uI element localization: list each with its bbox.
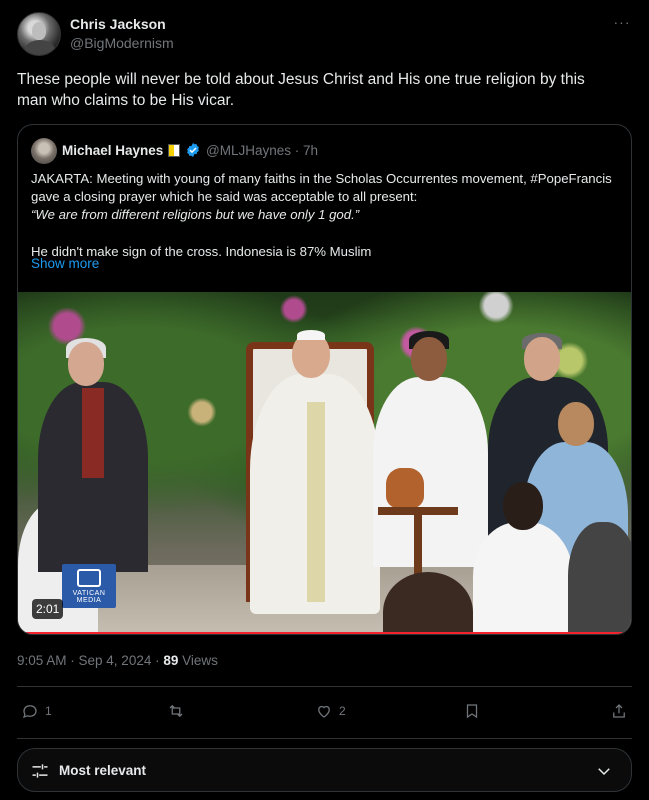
- video-duration: 2:01: [32, 599, 64, 619]
- quoted-author-name[interactable]: Michael Haynes: [62, 143, 163, 158]
- views-count: 89: [163, 653, 179, 668]
- reply-icon: [22, 705, 37, 719]
- quoted-author-avatar[interactable]: [31, 138, 57, 164]
- share-icon: [613, 704, 625, 718]
- tweet-timestamp[interactable]: 9:05 AM · Sep 4, 2024: [17, 653, 151, 668]
- bookmark-icon: [466, 704, 478, 719]
- like-icon: [318, 705, 330, 718]
- tweet-text: These people will never be told about Je…: [17, 71, 585, 109]
- quoted-author-handle[interactable]: @MLJHaynes · 7h: [206, 143, 318, 158]
- like-button[interactable]: 2: [315, 702, 346, 720]
- reply-sort-dropdown[interactable]: Most relevant: [17, 748, 632, 792]
- divider: [17, 686, 632, 687]
- video-figure: [38, 338, 148, 572]
- video-figure: [240, 330, 390, 614]
- show-more-link[interactable]: Show more: [31, 256, 99, 271]
- like-count: 2: [339, 704, 346, 718]
- more-options-icon[interactable]: ···: [612, 15, 632, 34]
- views-label: Views: [182, 653, 218, 668]
- sliders-icon: [32, 764, 48, 778]
- reply-button[interactable]: 1: [21, 702, 52, 720]
- quoted-body-line: JAKARTA: Meeting with young of many fait…: [31, 171, 612, 205]
- video-player[interactable]: VATICAN MEDIA 2:01: [18, 292, 631, 634]
- quoted-tweet-body: JAKARTA: Meeting with young of many fait…: [31, 170, 626, 261]
- share-button[interactable]: [610, 702, 628, 720]
- author-name[interactable]: Chris Jackson: [70, 16, 166, 32]
- sort-label: Most relevant: [59, 763, 147, 778]
- vatican-media-logo: VATICAN MEDIA: [62, 564, 116, 608]
- logo-text: VATICAN MEDIA: [72, 590, 106, 604]
- quoted-body-quote: “We are from different religions but we …: [31, 207, 360, 223]
- author-avatar[interactable]: [17, 12, 61, 56]
- verified-badge-icon: [187, 143, 199, 157]
- tweet-meta: 9:05 AM · Sep 4, 2024 · 89 Views: [17, 653, 218, 668]
- tweet-header: Chris Jackson @BigModernism ···: [17, 12, 632, 56]
- video-figure: [373, 331, 488, 567]
- retweet-icon: [169, 704, 183, 718]
- quoted-body-line: He didn't make sign of the cross. Indone…: [31, 243, 372, 259]
- video-progress-fill: [18, 632, 631, 634]
- reply-count: 1: [45, 704, 52, 718]
- bookmark-button[interactable]: [463, 702, 481, 720]
- vatican-flag-icon: [168, 144, 180, 157]
- retweet-button[interactable]: [167, 702, 191, 720]
- author-handle[interactable]: @BigModernism: [70, 35, 174, 51]
- tweet-actions: 1 2: [17, 700, 632, 728]
- quoted-tweet[interactable]: Michael Haynes @MLJHaynes · 7h JAKARTA: …: [17, 124, 632, 635]
- video-progress-bar[interactable]: [18, 632, 631, 634]
- divider: [17, 738, 632, 739]
- chevron-down-icon: [598, 768, 610, 776]
